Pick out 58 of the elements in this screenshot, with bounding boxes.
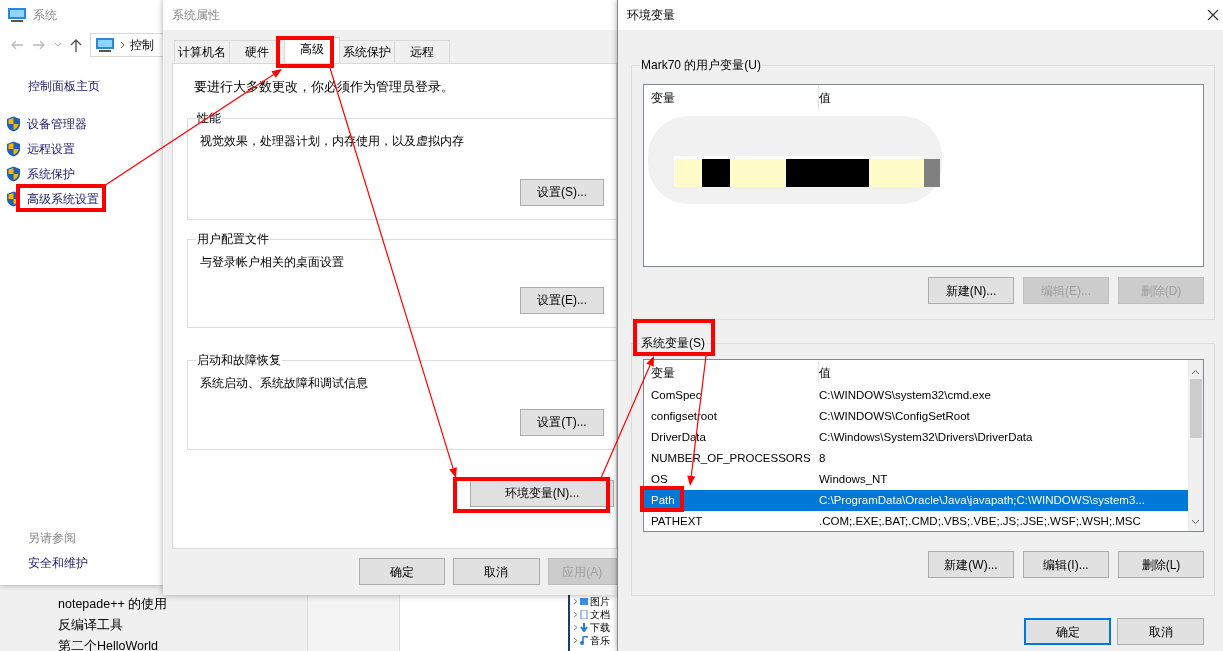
- table-cell-text: Windows_NT: [819, 472, 888, 487]
- task-link[interactable]: 设备管理器: [27, 114, 87, 133]
- dialog-button[interactable]: 确定: [1024, 618, 1111, 645]
- group-description: 与登录帐户相关的桌面设置: [200, 253, 345, 271]
- table-row[interactable]: OS Windows_NT: [644, 469, 1188, 490]
- group-title: 启动和故障恢复: [196, 351, 282, 368]
- dialog-button[interactable]: 删除(L): [1118, 551, 1204, 578]
- dialog-button[interactable]: 编辑(I)...: [1023, 551, 1109, 578]
- environment-variables-button[interactable]: 环境变量(N)...: [470, 479, 614, 507]
- address-text: 控制: [130, 37, 154, 54]
- settings-button[interactable]: 设置(T)...: [520, 408, 604, 436]
- table-cell-text: 8: [819, 451, 826, 466]
- table-cell: ComSpec: [651, 389, 702, 401]
- table-row[interactable]: ComSpec C:\WINDOWS\system32\cmd.exe: [644, 385, 1188, 406]
- table-cell-text: .COM;.EXE;.BAT;.CMD;.VBS;.VBE;.JS;.JSE;.WSF;.WSH;.MSC: [819, 514, 1141, 529]
- address-bar[interactable]: 控制: [90, 33, 163, 57]
- task-link[interactable]: 远程设置: [27, 139, 75, 158]
- tab[interactable]: 计算机名: [174, 40, 230, 63]
- home-link[interactable]: 控制面板主页: [28, 77, 100, 95]
- folder-label[interactable]: 图片: [590, 596, 610, 607]
- task-link[interactable]: 高级系统设置: [27, 189, 99, 208]
- folder-label[interactable]: 音乐: [590, 635, 610, 646]
- dialog-button[interactable]: 新建(N)...: [928, 277, 1014, 304]
- see-also-heading: 另请参阅: [28, 530, 76, 547]
- task-link[interactable]: 系统保护: [27, 164, 75, 183]
- group-description: 系统启动、系统故障和调试信息: [200, 374, 369, 392]
- table-cell: Path: [651, 494, 675, 506]
- group-title: Mark70 的用户变量(U): [640, 57, 762, 73]
- dialog-button[interactable]: 新建(W)...: [928, 551, 1014, 578]
- settings-button[interactable]: 设置(E)...: [520, 286, 604, 314]
- article-link[interactable]: notepade++ 的使用: [58, 597, 168, 618]
- window-title: 系统属性: [172, 7, 220, 24]
- window-title: 系统: [33, 7, 57, 24]
- table-cell: OS: [651, 473, 668, 485]
- group-title: 系统变量(S): [640, 335, 706, 351]
- dialog-button[interactable]: 取消: [453, 558, 540, 585]
- see-also-link[interactable]: 安全和维护: [28, 554, 88, 572]
- table-cell-text: C:\ProgramData\Oracle\Java\javapath;C:\WINDOWS\system3...: [819, 493, 1145, 508]
- article-link[interactable]: 反编译工具: [58, 618, 123, 639]
- table-cell: PATHEXT: [651, 515, 703, 527]
- table-row[interactable]: Path C:\ProgramData\Oracle\Java\javapath;C:\WINDOWS\system3...: [644, 490, 1188, 511]
- dialog-button[interactable]: 取消: [1117, 618, 1204, 645]
- column-header[interactable]: 值: [819, 361, 1188, 385]
- table-cell-text: C:\WINDOWS\system32\cmd.exe: [819, 388, 991, 403]
- folder-label[interactable]: 下载: [590, 622, 610, 633]
- folder-label[interactable]: 文档: [590, 609, 610, 620]
- article-link[interactable]: 第二个HelloWorld: [58, 639, 158, 651]
- settings-button[interactable]: 设置(S)...: [520, 178, 604, 206]
- dialog-button[interactable]: 确定: [359, 558, 446, 585]
- group-title: 用户配置文件: [196, 230, 270, 247]
- table-cell-text: C:\WINDOWS\ConfigSetRoot: [819, 409, 970, 424]
- window-title: 环境变量: [627, 7, 675, 24]
- table-cell-text: C:\Windows\System32\Drivers\DriverData: [819, 430, 1033, 445]
- column-header[interactable]: 变量: [644, 86, 819, 110]
- table-row[interactable]: PATHEXT .COM;.EXE;.BAT;.CMD;.VBS;.VBE;.JS;.JSE;.WSF;.WSH;.MSC: [644, 511, 1188, 531]
- column-header[interactable]: 值: [819, 86, 1203, 110]
- tab[interactable]: 远程: [394, 40, 450, 63]
- group-title: 性能: [196, 109, 222, 126]
